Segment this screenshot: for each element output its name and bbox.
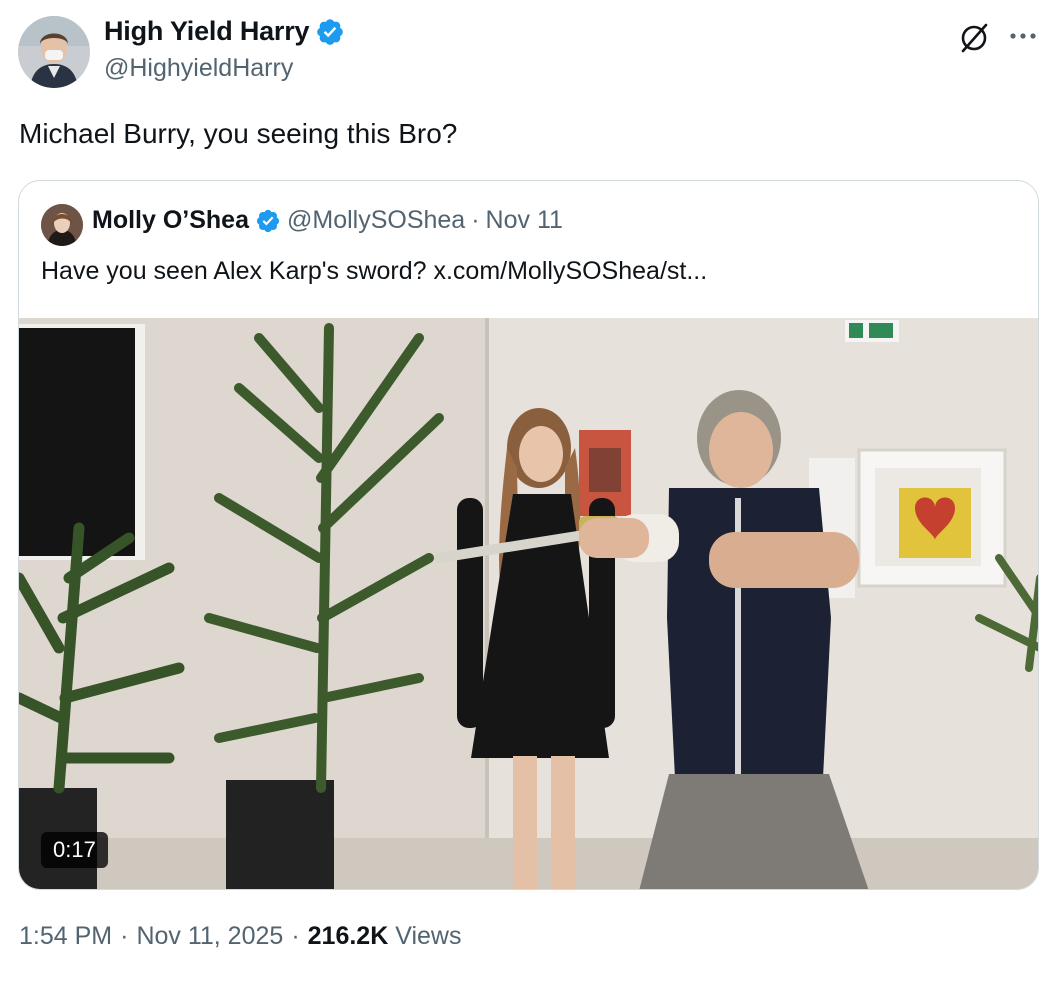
quoted-author-avatar[interactable] (41, 204, 83, 246)
author-handle[interactable]: @HighyieldHarry (104, 54, 293, 83)
footer-separator: · (120, 922, 129, 950)
tweet-footer: 1:54 PM · Nov 11, 2025 · 216.2K Views (19, 922, 461, 951)
views-count: 216.2K (307, 922, 389, 950)
grok-icon[interactable] (957, 20, 991, 54)
video-duration-badge: 0:17 (41, 832, 108, 868)
video-player[interactable]: 0:17 (19, 318, 1038, 889)
quoted-display-name[interactable]: Molly O’Shea (92, 206, 249, 235)
tweet-time[interactable]: 1:54 PM (19, 922, 112, 951)
author-avatar[interactable] (18, 16, 90, 88)
quoted-author-row: Molly O’Shea @MollySOShea · Nov 11 (92, 206, 563, 235)
views-stat[interactable]: 216.2K Views (308, 922, 462, 951)
video-frame (19, 318, 1038, 889)
views-label: Views (395, 922, 462, 950)
quoted-tweet-card[interactable]: Molly O’Shea @MollySOShea · Nov 11 Have … (18, 180, 1039, 890)
tweet-date[interactable]: Nov 11, 2025 (136, 922, 283, 951)
footer-separator: · (291, 922, 300, 950)
quoted-tweet-text: Have you seen Alex Karp's sword? x.com/M… (41, 257, 708, 285)
quoted-verified-badge-icon (255, 208, 281, 234)
tweet-text: Michael Burry, you seeing this Bro? (19, 118, 458, 149)
author-name-row: High Yield Harry (104, 16, 345, 47)
author-display-name[interactable]: High Yield Harry (104, 16, 310, 47)
verified-badge-icon (315, 17, 345, 47)
quoted-handle[interactable]: @MollySOShea (287, 206, 465, 235)
quoted-date[interactable]: Nov 11 (486, 206, 563, 235)
more-options-icon[interactable] (1006, 22, 1040, 52)
meta-separator: · (471, 206, 480, 234)
